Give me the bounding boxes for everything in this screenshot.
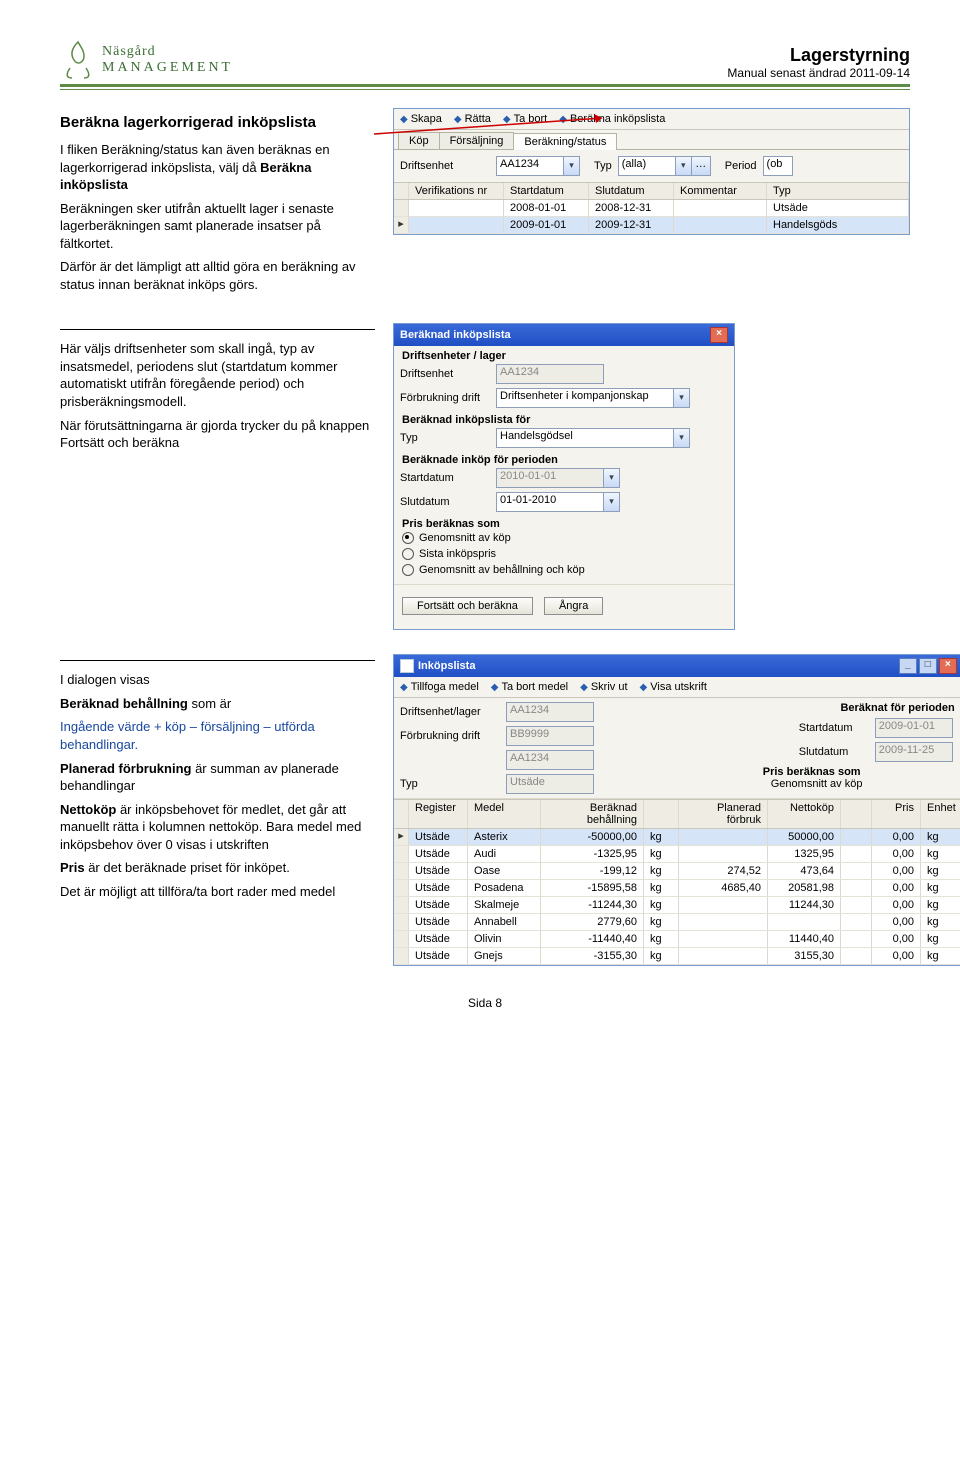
- table-row[interactable]: 2008-01-01 2008-12-31 Utsäde: [394, 200, 909, 217]
- status-grid: Verifikations nr Startdatum Slutdatum Ko…: [394, 182, 909, 234]
- window-title: Inköpslista: [400, 659, 475, 673]
- chevron-down-icon[interactable]: ▾: [604, 468, 620, 488]
- inkopslista-window: Inköpslista _ □ × ◆Tillfoga medel ◆Ta bo…: [393, 654, 960, 966]
- typ-combo[interactable]: Handelsgödsel▾: [496, 428, 690, 448]
- screenshot-main-window: ◆Skapa ◆Rätta ◆Ta bort ◆Beräkna inköpsli…: [393, 108, 910, 235]
- fortsatt-button[interactable]: Fortsätt och beräkna: [402, 597, 533, 615]
- startdatum-field: 2010-01-01: [496, 468, 604, 488]
- label-driftsenhet: Driftsenhet: [400, 160, 490, 172]
- section1-heading: Beräkna lagerkorrigerad inköpslista: [60, 114, 375, 131]
- section1-para1: I fliken Beräkning/status kan även beräk…: [60, 141, 375, 194]
- angra-button[interactable]: Ångra: [544, 597, 603, 615]
- table-row[interactable]: ▸UtsädeAsterix-50000,00kg50000,000,00kg: [394, 829, 960, 846]
- section1-para3: Därför är det lämpligt att alltid göra e…: [60, 258, 375, 293]
- tb-tillfoga[interactable]: ◆Tillfoga medel: [400, 681, 479, 693]
- minimize-icon[interactable]: _: [899, 658, 917, 674]
- combo-driftsenhet[interactable]: AA1234▾: [496, 156, 580, 176]
- table-row[interactable]: UtsädeAudi-1325,95kg1325,950,00kg: [394, 846, 960, 863]
- dialog-title: Beräknad inköpslista: [400, 329, 511, 341]
- brand-logo: Näsgård MANAGEMENT: [60, 40, 233, 80]
- doc-title: Lagerstyrning: [727, 45, 910, 66]
- close-icon[interactable]: ×: [939, 658, 957, 674]
- page-number: Sida 8: [60, 996, 910, 1010]
- tb-visa-utskrift[interactable]: ◆Visa utskrift: [640, 681, 707, 693]
- table-row[interactable]: UtsädeOase-199,12kg274,52473,640,00kg: [394, 863, 960, 880]
- radio-sista-inkopspris[interactable]: Sista inköpspris: [394, 546, 734, 562]
- chevron-down-icon[interactable]: ▾: [564, 156, 580, 176]
- label-period: Period: [725, 160, 757, 172]
- section2-para1: Här väljs driftsenheter som skall ingå, …: [60, 340, 375, 410]
- radio-genomsnitt-behallning[interactable]: Genomsnitt av behållning och köp: [394, 562, 734, 578]
- section1-para2: Beräkningen sker utifrån aktuellt lager …: [60, 200, 375, 253]
- table-row[interactable]: UtsädePosadena-15895,58kg4685,4020581,98…: [394, 880, 960, 897]
- dialog-beraknad-inkopslista: Beräknad inköpslista × Driftsenheter / l…: [393, 323, 735, 630]
- table-row[interactable]: ▸ 2009-01-01 2009-12-31 Handelsgöds: [394, 217, 909, 234]
- combo-typ[interactable]: (alla)▾…: [618, 156, 711, 176]
- inkopslista-grid: Register Medel Beräknad behållning Plane…: [394, 799, 960, 965]
- table-row[interactable]: UtsädeSkalmeje-11244,30kg11244,300,00kg: [394, 897, 960, 914]
- chevron-down-icon[interactable]: ▾: [676, 156, 692, 176]
- doc-subtitle: Manual senast ändrad 2011-09-14: [727, 66, 910, 80]
- tb-skrivut[interactable]: ◆Skriv ut: [580, 681, 627, 693]
- close-icon[interactable]: ×: [710, 327, 728, 343]
- chevron-down-icon[interactable]: ▾: [674, 428, 690, 448]
- label-typ: Typ: [594, 160, 612, 172]
- chevron-down-icon[interactable]: ▾: [604, 492, 620, 512]
- radio-genomsnitt-kop[interactable]: Genomsnitt av köp: [394, 530, 734, 546]
- forbrukning-combo[interactable]: Driftsenheter i kompanjonskap▾: [496, 388, 690, 408]
- tb-tabort-medel[interactable]: ◆Ta bort medel: [491, 681, 568, 693]
- slutdatum-field[interactable]: 01-01-2010▾: [496, 492, 620, 512]
- table-row[interactable]: UtsädeOlivin-11440,40kg11440,400,00kg: [394, 931, 960, 948]
- brand-bottom: MANAGEMENT: [102, 60, 233, 76]
- chevron-down-icon[interactable]: ▾: [674, 388, 690, 408]
- table-row[interactable]: UtsädeAnnabell2779,60kg0,00kg: [394, 914, 960, 931]
- maximize-icon[interactable]: □: [919, 658, 937, 674]
- driftsenhet-field: AA1234: [496, 364, 604, 384]
- section2-para2: När förutsättningarna är gjorda trycker …: [60, 417, 375, 452]
- ellipsis-button[interactable]: …: [692, 156, 711, 176]
- table-row[interactable]: UtsädeGnejs-3155,30kg3155,300,00kg: [394, 948, 960, 965]
- brand-top: Näsgård: [102, 44, 233, 60]
